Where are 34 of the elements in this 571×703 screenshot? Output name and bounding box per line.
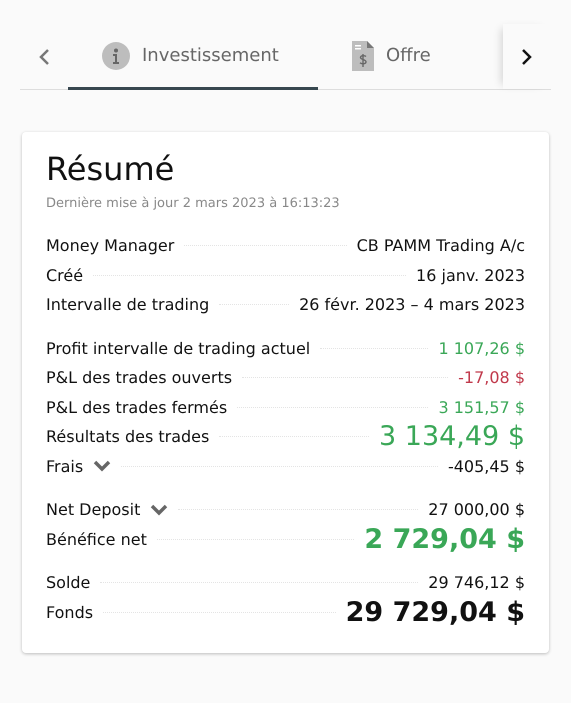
row-label: Fonds: [46, 602, 94, 622]
row-value: 26 févr. 2023 – 4 mars 2023: [299, 295, 525, 314]
row-value: 16 janv. 2023: [416, 266, 525, 285]
row-label: Créé: [46, 266, 84, 285]
row-label: Solde: [46, 573, 90, 592]
row-value: 29 746,12 $: [428, 573, 525, 592]
row-value: -17,08 $: [458, 368, 525, 388]
chevron-down-icon[interactable]: [93, 460, 112, 472]
row-value: CB PAMM Trading A/c: [356, 236, 525, 256]
chevron-down-icon[interactable]: [150, 504, 168, 516]
chevron-right-icon: [521, 48, 533, 66]
row-label: Frais: [46, 456, 84, 476]
row-label: Money Manager: [46, 236, 174, 256]
card-title: Résumé: [46, 150, 176, 188]
row-value: -405,45 $: [448, 456, 525, 476]
tab[interactable]: Offre: [318, 24, 447, 90]
row-label: Net Deposit: [46, 500, 140, 520]
row-label: Bénéfice net: [46, 530, 147, 549]
chevron-left-icon: [38, 48, 50, 66]
row-label: P&L des trades fermés: [46, 398, 228, 417]
last-updated-text: Dernière mise à jour 2 mars 2023 à 16:13:23: [46, 196, 341, 211]
info-icon: [102, 42, 130, 70]
row-value: 2 729,04 $: [364, 524, 525, 555]
row-value: 1 107,26 $: [438, 338, 525, 358]
row-value: 29 729,04 $: [346, 596, 525, 628]
row-label: Profit intervalle de trading actuel: [46, 338, 310, 358]
row-label: P&L des trades ouverts: [46, 368, 232, 388]
row-value: 3 134,49 $: [379, 421, 525, 452]
row-value: 3 151,57 $: [438, 398, 525, 417]
row-label: Résultats des trades: [46, 427, 210, 446]
invoice-icon: [352, 40, 374, 70]
tab[interactable]: Investissement: [68, 24, 318, 90]
row-value: 27 000,00 $: [428, 500, 525, 520]
row-label: Intervalle de trading: [46, 295, 210, 314]
